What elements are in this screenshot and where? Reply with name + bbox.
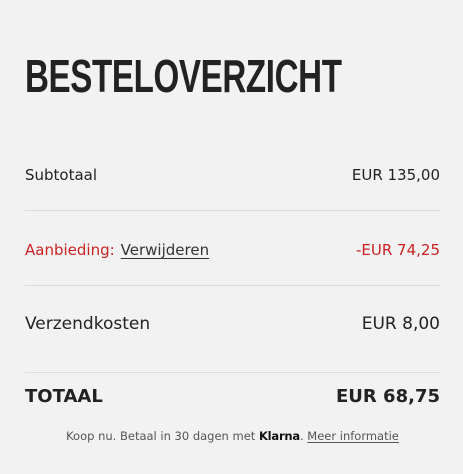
divider xyxy=(25,372,440,373)
order-summary: BESTELOVERZICHT Subtotaal EUR 135,00 Aan… xyxy=(25,0,440,474)
shipping-value: EUR 8,00 xyxy=(361,314,440,334)
remove-discount-link[interactable]: Verwijderen xyxy=(121,241,209,259)
klarna-period: . xyxy=(299,429,304,443)
discount-label-group: Aanbieding: Verwijderen xyxy=(25,241,209,259)
subtotal-value: EUR 135,00 xyxy=(351,166,440,184)
discount-row: Aanbieding: Verwijderen -EUR 74,25 xyxy=(25,238,440,262)
total-row: TOTAAL EUR 68,75 xyxy=(25,383,440,409)
more-info-link[interactable]: Meer informatie xyxy=(307,429,399,443)
total-label: TOTAAL xyxy=(25,385,103,407)
shipping-label: Verzendkosten xyxy=(25,314,151,334)
total-value: EUR 68,75 xyxy=(336,385,440,407)
shipping-row: Verzendkosten EUR 8,00 xyxy=(25,311,440,337)
subtotal-row: Subtotaal EUR 135,00 xyxy=(25,163,440,187)
discount-label: Aanbieding: xyxy=(25,241,115,259)
divider xyxy=(25,210,440,211)
klarna-logo: Klarna xyxy=(258,429,300,443)
page-title: BESTELOVERZICHT xyxy=(25,50,342,102)
klarna-text: Koop nu. Betaal in 30 dagen met xyxy=(66,429,256,443)
discount-value: -EUR 74,25 xyxy=(355,241,440,259)
subtotal-label: Subtotaal xyxy=(25,166,98,184)
klarna-message: Koop nu. Betaal in 30 dagen met Klarna. … xyxy=(25,429,440,443)
divider xyxy=(25,285,440,286)
